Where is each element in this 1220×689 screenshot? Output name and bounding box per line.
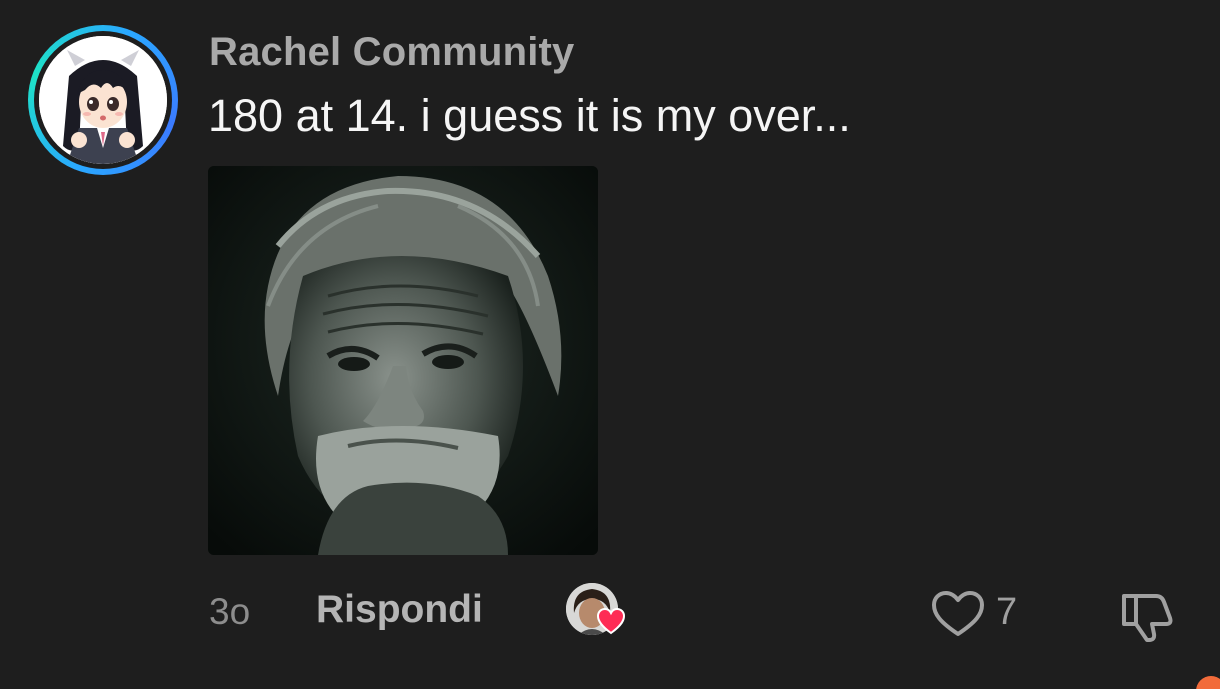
comment-attached-image[interactable] <box>208 166 598 555</box>
author-avatar[interactable] <box>28 25 178 175</box>
author-name[interactable]: Rachel Community <box>209 30 575 75</box>
reply-button[interactable]: Rispondi <box>316 588 483 632</box>
comment-text: 180 at 14. i guess it is my over... <box>208 90 851 141</box>
like-button[interactable] <box>930 588 986 640</box>
creator-liked-badge <box>566 583 628 639</box>
floating-indicator <box>1196 676 1220 689</box>
author-avatar-image <box>39 36 167 164</box>
heart-outline-icon <box>932 591 984 636</box>
comment-timestamp: 3o <box>209 591 251 632</box>
like-count: 7 <box>996 591 1018 633</box>
thumbs-down-icon <box>1122 594 1173 642</box>
dislike-button[interactable] <box>1118 588 1176 644</box>
comment-item: Rachel Community 180 at 14. i guess it i… <box>0 0 1220 689</box>
heart-filled-icon <box>596 607 626 635</box>
